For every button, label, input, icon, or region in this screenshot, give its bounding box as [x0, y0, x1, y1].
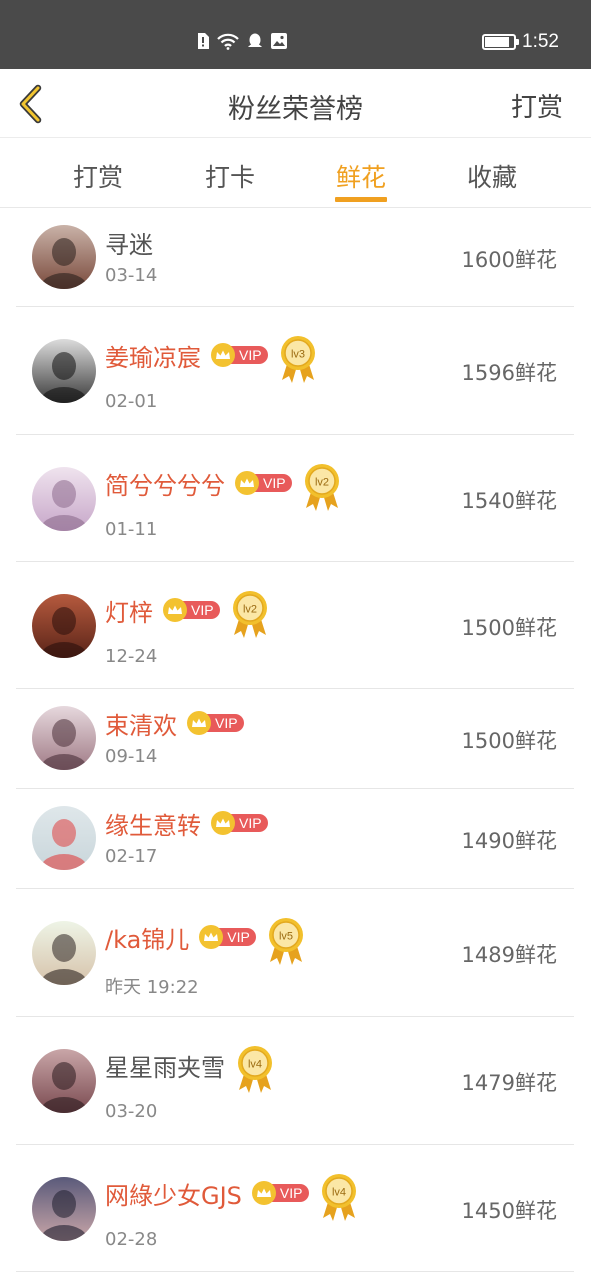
date: 09-14 [105, 746, 158, 767]
medal-level-label: lv3 [291, 349, 305, 361]
vip-badge: VIP [211, 811, 268, 835]
username[interactable]: 简兮兮兮兮 [105, 466, 225, 501]
tab-active-indicator [335, 197, 387, 202]
username[interactable]: 灯梓 [105, 593, 153, 628]
medal-level-label: lv5 [279, 931, 293, 943]
level-medal-icon: lv4 [235, 1043, 275, 1095]
medal-level-label: lv2 [243, 604, 257, 616]
name-line: 缘生意转 VIP [105, 806, 268, 841]
vip-badge: VIP [187, 711, 244, 735]
list-item[interactable]: /ka锦儿 VIP lv5 昨天 19:22 1489鲜花 [16, 889, 574, 1017]
status-icons [196, 32, 288, 50]
vip-badge: VIP [235, 471, 292, 495]
page-title: 粉丝荣誉榜 [228, 94, 363, 125]
flower-amount: 1489鲜花 [461, 943, 557, 967]
header: 粉丝荣誉榜 打赏 [0, 69, 591, 138]
medal-level-label: lv4 [331, 1187, 345, 1199]
crown-icon [235, 471, 259, 495]
date: 12-24 [105, 646, 158, 667]
name-line: 束清欢 VIP [105, 706, 244, 741]
date: 01-11 [105, 519, 158, 540]
sim-alert-icon [196, 32, 210, 50]
vip-badge: VIP [251, 1181, 309, 1205]
level-medal-icon: lv3 [278, 333, 318, 385]
name-line: 寻迷 [105, 225, 153, 260]
flower-amount: 1500鲜花 [461, 615, 557, 640]
date: 昨天 19:22 [105, 977, 199, 998]
username[interactable]: 寻迷 [105, 225, 153, 260]
vip-badge: VIP [199, 925, 256, 949]
name-line: /ka锦儿 VIP lv5 [105, 917, 306, 965]
avatar[interactable] [32, 1177, 96, 1241]
date: 03-14 [105, 265, 158, 286]
name-line: 姜瑜凉宸 VIP lv3 [105, 335, 318, 383]
medal-level-label: lv2 [315, 477, 329, 489]
flower-amount: 1596鲜花 [461, 361, 557, 385]
level-medal-icon: lv2 [230, 588, 270, 640]
status-bar: 1:52 [0, 0, 591, 69]
tab-favorites[interactable]: 收藏 [437, 158, 547, 194]
date: 02-01 [105, 391, 158, 412]
vip-badge: VIP [211, 343, 268, 367]
tab-reward[interactable]: 打赏 [43, 158, 153, 194]
medal-level-label: lv4 [248, 1059, 262, 1071]
list-item[interactable]: 寻迷 03-14 1600鲜花 [16, 208, 574, 307]
crown-icon [163, 598, 187, 622]
avatar[interactable] [32, 1049, 96, 1113]
crown-icon [211, 811, 235, 835]
list-item[interactable]: 束清欢 VIP 09-14 1500鲜花 [16, 689, 574, 789]
status-time: 1:52 [522, 31, 559, 52]
username[interactable]: 星星雨夹雪 [105, 1048, 225, 1083]
tab-flowers[interactable]: 鲜花 [306, 158, 416, 194]
avatar[interactable] [32, 594, 96, 658]
fan-ranking-list: 寻迷 03-14 1600鲜花姜瑜凉宸 VIP lv3 02-01 1596鲜花简兮兮兮兮 V… [16, 208, 574, 1272]
username[interactable]: 束清欢 [105, 706, 177, 741]
list-item[interactable]: 缘生意转 VIP 02-17 1490鲜花 [16, 789, 574, 889]
flower-amount: 1600鲜花 [461, 247, 557, 272]
username[interactable]: 缘生意转 [105, 806, 201, 841]
date: 03-20 [105, 1101, 158, 1122]
name-line: 网綠少女GJS VIP lv4 [105, 1173, 359, 1221]
username[interactable]: 网綠少女GJS [105, 1176, 242, 1211]
flower-amount: 1479鲜花 [461, 1071, 557, 1095]
list-item[interactable]: 星星雨夹雪 lv4 03-20 1479鲜花 [16, 1017, 574, 1145]
status-right: 1:52 [482, 31, 559, 53]
avatar[interactable] [32, 706, 96, 770]
flower-amount: 1450鲜花 [461, 1198, 557, 1223]
flower-amount: 1500鲜花 [461, 729, 557, 753]
list-item[interactable]: 简兮兮兮兮 VIP lv2 01-11 1540鲜花 [16, 435, 574, 562]
battery-icon [482, 34, 520, 50]
date: 02-17 [105, 846, 158, 867]
level-medal-icon: lv4 [319, 1171, 359, 1223]
tab-checkin[interactable]: 打卡 [175, 158, 285, 194]
name-line: 简兮兮兮兮 VIP lv2 [105, 463, 342, 511]
list-item[interactable]: 姜瑜凉宸 VIP lv3 02-01 1596鲜花 [16, 307, 574, 435]
vip-badge: VIP [163, 598, 220, 622]
list-item[interactable]: 网綠少女GJS VIP lv4 02-28 1450鲜花 [16, 1145, 574, 1272]
level-medal-icon: lv5 [266, 915, 306, 967]
flower-amount: 1540鲜花 [461, 488, 557, 513]
crown-icon [211, 343, 235, 367]
battery-level [485, 37, 510, 47]
crown-icon [187, 711, 211, 735]
avatar[interactable] [32, 225, 96, 289]
name-line: 灯梓 VIP lv2 [105, 590, 270, 638]
avatar[interactable] [32, 921, 96, 985]
level-medal-icon: lv2 [302, 461, 342, 513]
username[interactable]: 姜瑜凉宸 [105, 338, 201, 373]
avatar[interactable] [32, 339, 96, 403]
date: 02-28 [105, 1229, 158, 1250]
username[interactable]: /ka锦儿 [105, 920, 189, 955]
tab-bar: 打赏 打卡 鲜花 收藏 [0, 139, 591, 208]
name-line: 星星雨夹雪 lv4 [105, 1045, 275, 1093]
qq-icon [246, 32, 264, 50]
wifi-icon [216, 32, 240, 50]
crown-icon [251, 1181, 276, 1205]
reward-button[interactable]: 打赏 [511, 87, 563, 124]
flower-amount: 1490鲜花 [461, 829, 557, 853]
avatar[interactable] [32, 806, 96, 870]
avatar[interactable] [32, 467, 96, 531]
list-item[interactable]: 灯梓 VIP lv2 12-24 1500鲜花 [16, 562, 574, 689]
image-notification-icon [270, 32, 288, 50]
